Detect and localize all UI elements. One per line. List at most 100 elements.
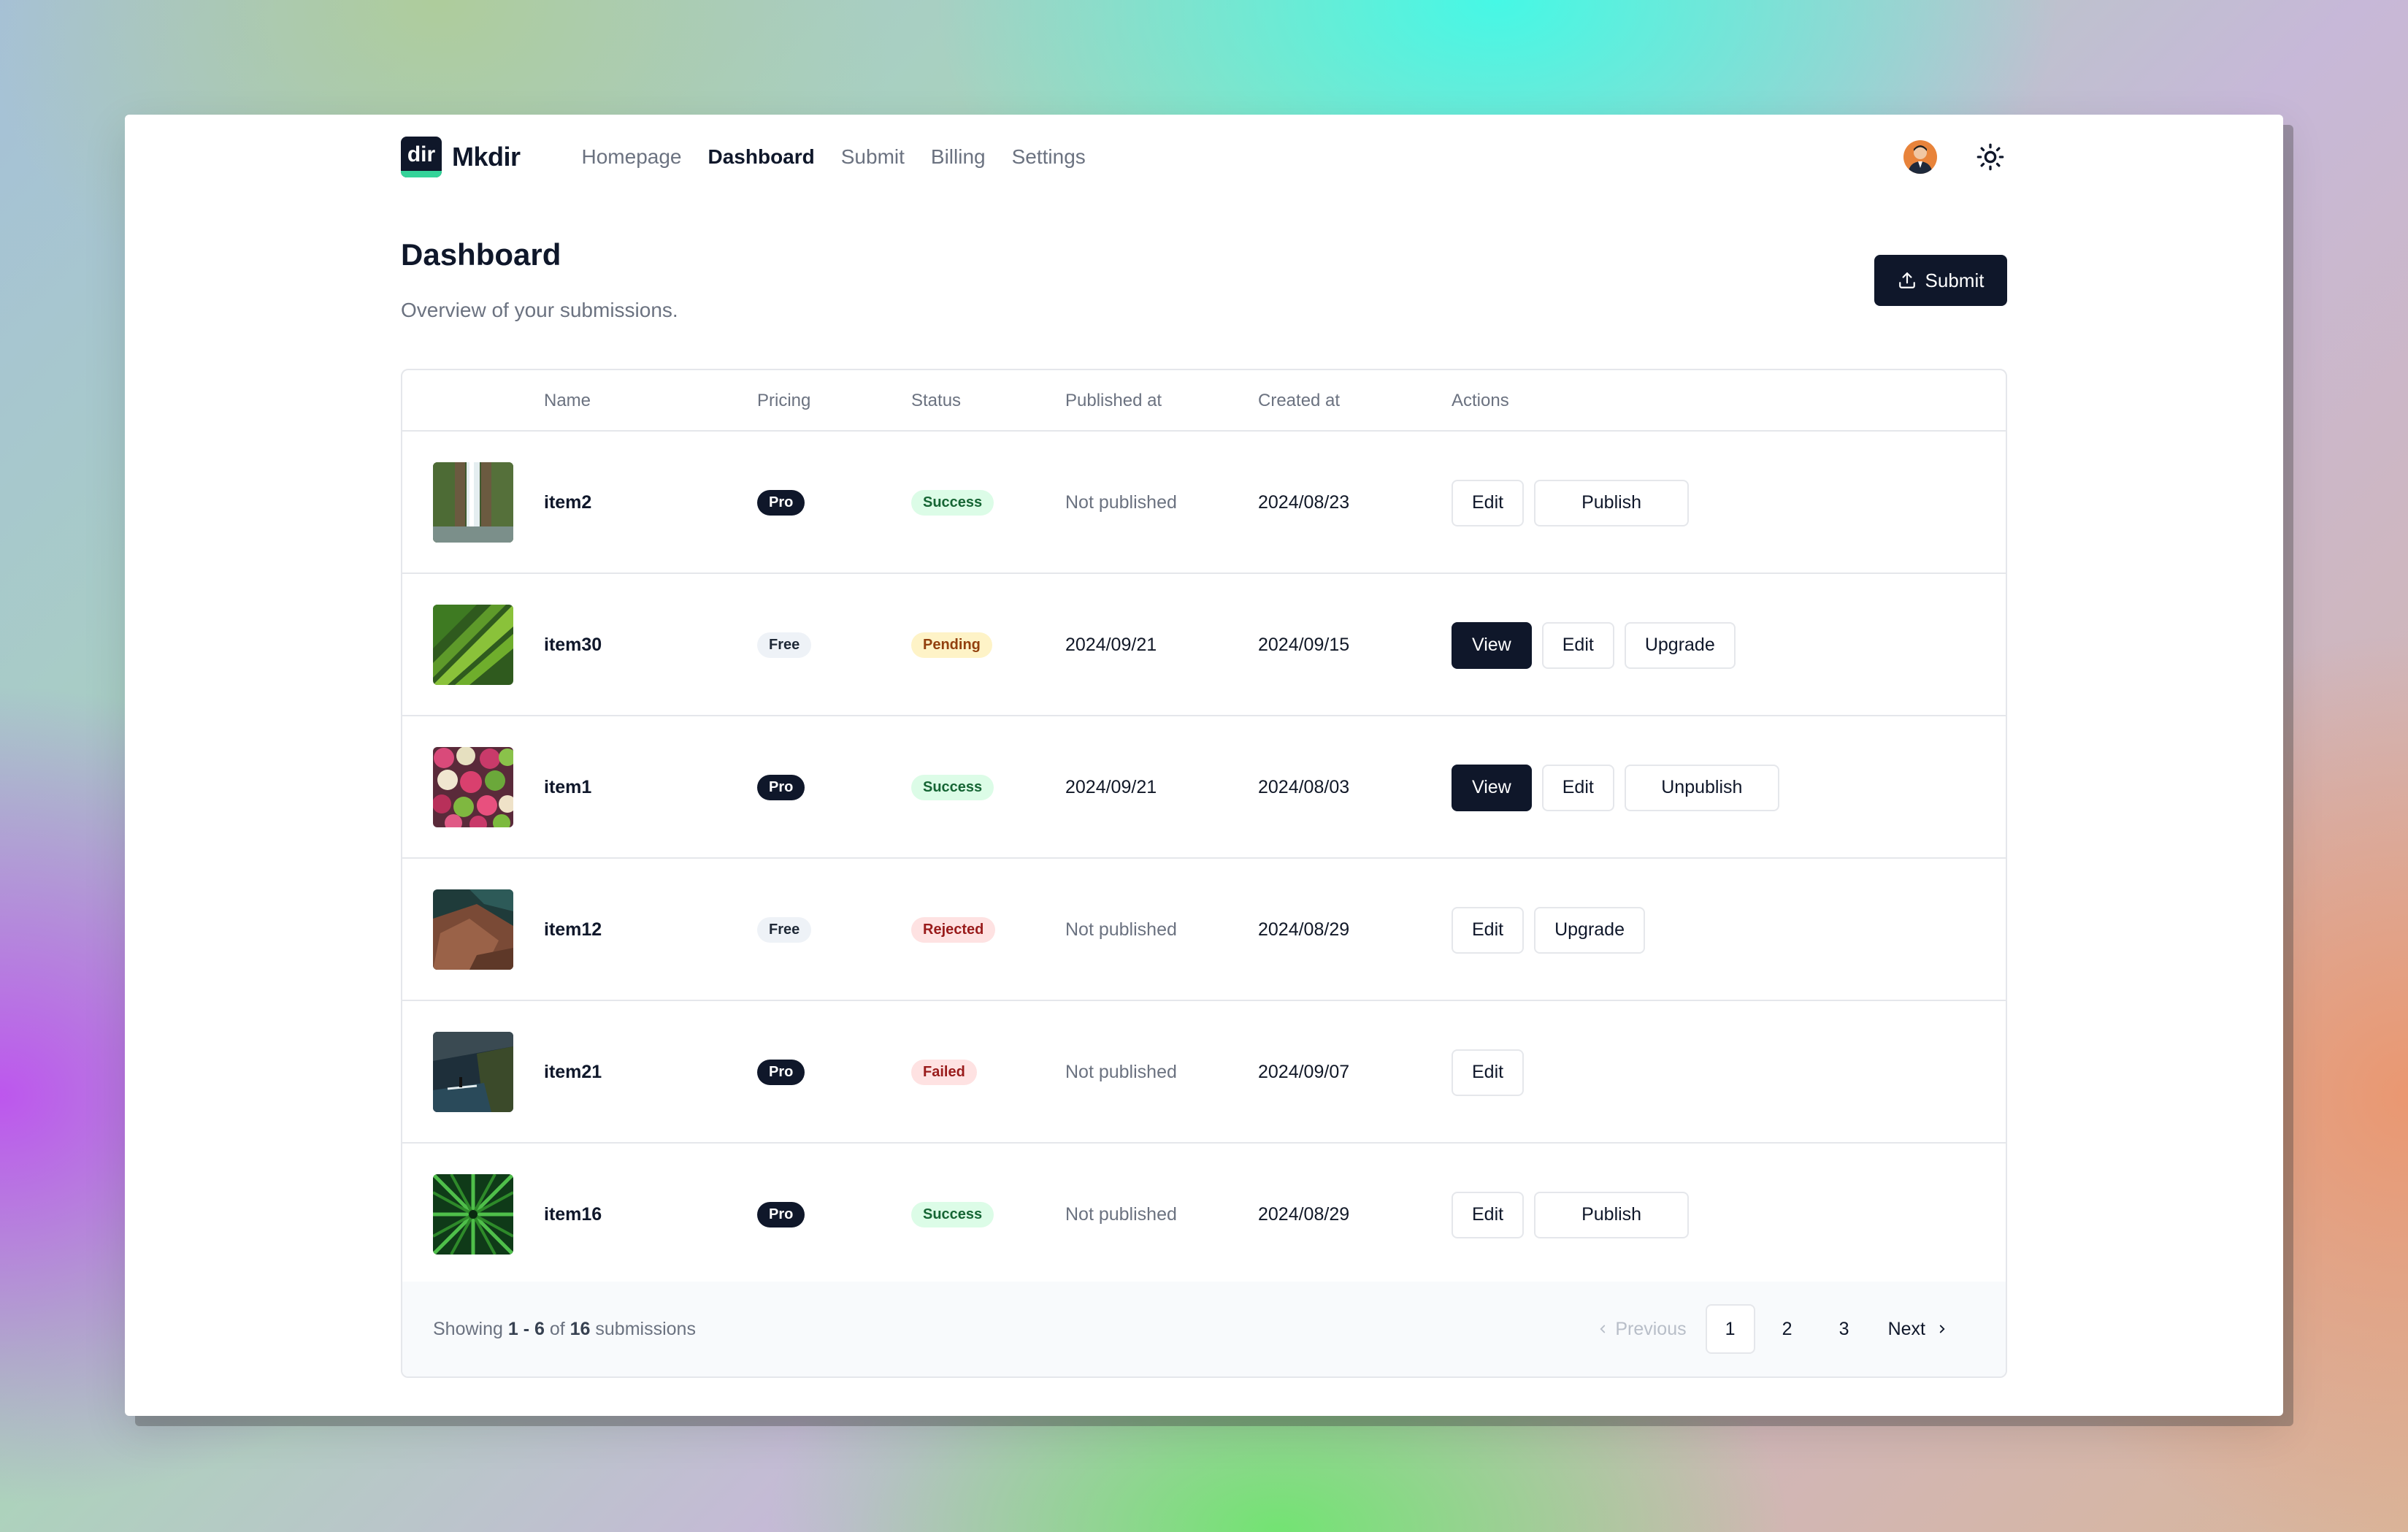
rocks-image: [433, 889, 513, 970]
column-header-status: Status: [911, 391, 962, 410]
app-window: dir Mkdir Homepage Dashboard Submit Bill…: [125, 115, 2283, 1416]
next-page-button[interactable]: Next: [1876, 1304, 1960, 1354]
column-header-actions: Actions: [1452, 391, 1509, 410]
created-at: 2024/08/29: [1258, 1204, 1350, 1225]
item-name[interactable]: item12: [544, 859, 602, 1001]
item-thumbnail-fruits[interactable]: [433, 747, 513, 827]
palm-leaf-image: [433, 605, 513, 685]
green-plant-image: [433, 1174, 513, 1255]
previous-page-button[interactable]: Previous: [1584, 1304, 1698, 1354]
cliff-sea-image: [433, 1032, 513, 1112]
status-badge: Pending: [911, 632, 992, 658]
nav-item-submit[interactable]: Submit: [841, 145, 905, 169]
status-cell: Failed: [911, 1001, 977, 1144]
user-avatar[interactable]: [1903, 140, 1937, 174]
created-at: 2024/08/23: [1258, 492, 1350, 513]
row-actions: Edit Publish: [1452, 432, 1690, 574]
item-name[interactable]: item30: [544, 574, 602, 716]
item-name[interactable]: item2: [544, 432, 591, 574]
table-row: item21 Pro Failed Not published 2024/09/…: [402, 1001, 2006, 1144]
submissions-table: Name Pricing Status Published at Created…: [401, 369, 2007, 1378]
nav-item-homepage[interactable]: Homepage: [582, 145, 682, 169]
logo-accent-strip: [401, 171, 442, 177]
item-thumbnail-palm-leaf[interactable]: [433, 605, 513, 685]
status-badge: Rejected: [911, 917, 996, 943]
pricing-cell: Free: [757, 574, 812, 716]
status-cell: Success: [911, 1144, 994, 1286]
view-button[interactable]: View: [1452, 764, 1532, 811]
page-button-1[interactable]: 1: [1705, 1304, 1755, 1354]
status-badge: Failed: [911, 1060, 977, 1085]
upgrade-button[interactable]: Upgrade: [1534, 906, 1645, 954]
unpublish-button[interactable]: Unpublish: [1624, 764, 1779, 811]
column-header-published-at: Published at: [1065, 391, 1162, 410]
avatar-icon: [1903, 140, 1937, 174]
showing-suffix: submissions: [590, 1318, 696, 1339]
publish-button[interactable]: Publish: [1534, 479, 1690, 526]
column-header-created-at: Created at: [1258, 391, 1341, 410]
published-at: 2024/09/21: [1065, 777, 1157, 797]
showing-total: 16: [570, 1318, 591, 1339]
edit-button[interactable]: Edit: [1452, 1049, 1525, 1096]
published-at: Not published: [1065, 919, 1177, 940]
item-name[interactable]: item16: [544, 1144, 602, 1286]
table-footer: Showing 1 - 6 of 16 submissions Previous…: [402, 1282, 2006, 1376]
item-thumbnail-waterfall[interactable]: [433, 462, 513, 543]
table-row: item30 Free Pending 2024/09/21 2024/09/1…: [402, 574, 2006, 716]
table-row: item2 Pro Success Not published 2024/08/…: [402, 432, 2006, 574]
row-actions: Edit Upgrade: [1452, 859, 1645, 1001]
logo-icon: dir: [401, 137, 442, 177]
pricing-cell: Pro: [757, 432, 805, 574]
row-actions: Edit: [1452, 1001, 1525, 1144]
edit-button[interactable]: Edit: [1452, 906, 1525, 954]
published-at: Not published: [1065, 1204, 1177, 1225]
chevron-right-icon: [1939, 1325, 1945, 1333]
item-name[interactable]: item21: [544, 1001, 602, 1144]
logo-text: dir: [407, 142, 436, 166]
nav-item-billing[interactable]: Billing: [931, 145, 986, 169]
submit-button[interactable]: Submit: [1874, 255, 2007, 306]
table-header: Name Pricing Status Published at Created…: [402, 370, 2006, 432]
publish-button[interactable]: Publish: [1534, 1191, 1690, 1238]
waterfall-image: [433, 462, 513, 543]
view-button[interactable]: View: [1452, 621, 1532, 669]
pagination-summary: Showing 1 - 6 of 16 submissions: [433, 1282, 696, 1376]
sun-icon: [1976, 143, 2004, 171]
pricing-badge: Pro: [757, 1202, 805, 1227]
pricing-cell: Pro: [757, 1144, 805, 1286]
row-actions: View Edit Unpublish: [1452, 716, 1779, 859]
item-thumbnail-cliff-sea[interactable]: [433, 1032, 513, 1112]
created-at: 2024/08/29: [1258, 919, 1350, 940]
pricing-cell: Pro: [757, 1001, 805, 1144]
edit-button[interactable]: Edit: [1452, 1191, 1525, 1238]
edit-button[interactable]: Edit: [1541, 621, 1614, 669]
item-thumbnail-rocks[interactable]: [433, 889, 513, 970]
item-thumbnail-green-plant[interactable]: [433, 1174, 513, 1255]
theme-toggle-button[interactable]: [1974, 140, 2007, 174]
upgrade-button[interactable]: Upgrade: [1624, 621, 1736, 669]
status-badge: Success: [911, 775, 994, 800]
table-row: item12 Free Rejected Not published 2024/…: [402, 859, 2006, 1001]
nav-item-dashboard[interactable]: Dashboard: [708, 145, 815, 169]
column-header-pricing: Pricing: [757, 391, 811, 410]
table-row: item1 Pro Success 2024/09/21 2024/08/03 …: [402, 716, 2006, 859]
nav-item-settings[interactable]: Settings: [1012, 145, 1086, 169]
published-at: 2024/09/21: [1065, 635, 1157, 655]
row-actions: Edit Publish: [1452, 1144, 1690, 1286]
edit-button[interactable]: Edit: [1452, 479, 1525, 526]
page-button-3[interactable]: 3: [1820, 1304, 1869, 1354]
logo[interactable]: dir Mkdir: [401, 137, 521, 177]
status-badge: Success: [911, 490, 994, 516]
pagination: Previous 1 2 3 Next: [1584, 1282, 1960, 1376]
upload-icon: [1898, 272, 1915, 288]
page-subtitle: Overview of your submissions.: [401, 299, 678, 321]
previous-label: Previous: [1615, 1318, 1687, 1339]
created-at: 2024/09/07: [1258, 1062, 1350, 1082]
page-button-2[interactable]: 2: [1763, 1304, 1812, 1354]
item-name[interactable]: item1: [544, 716, 591, 859]
edit-button[interactable]: Edit: [1541, 764, 1614, 811]
brand-name: Mkdir: [452, 142, 521, 172]
column-header-name: Name: [544, 391, 591, 410]
status-cell: Pending: [911, 574, 992, 716]
created-at: 2024/08/03: [1258, 777, 1350, 797]
